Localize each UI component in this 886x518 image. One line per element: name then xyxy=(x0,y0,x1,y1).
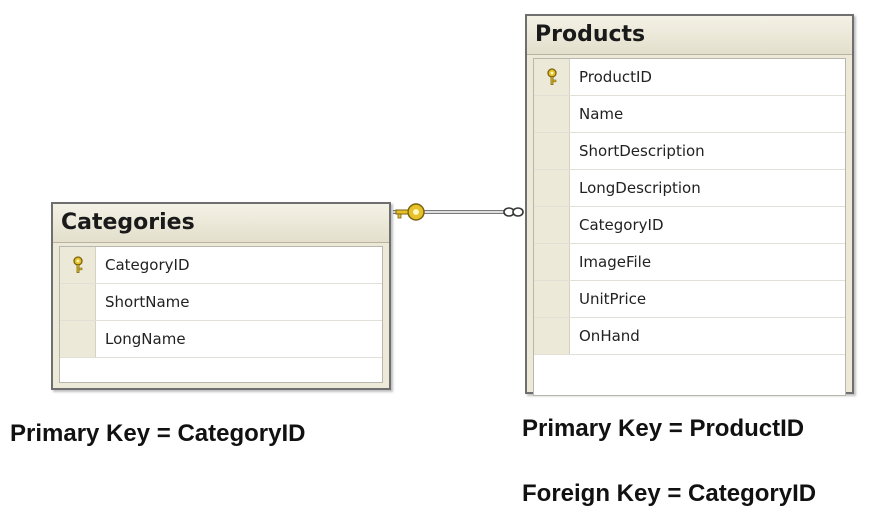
column-row[interactable]: UnitPrice xyxy=(534,281,845,318)
column-row[interactable]: Name xyxy=(534,96,845,133)
row-selector[interactable] xyxy=(534,133,570,169)
column-row[interactable]: CategoryID xyxy=(60,247,382,284)
primary-key-icon xyxy=(546,68,557,85)
row-selector[interactable] xyxy=(534,318,570,354)
categories-primary-key-caption: Primary Key = CategoryID xyxy=(10,420,306,447)
column-name: ProductID xyxy=(579,68,652,86)
column-name: ShortName xyxy=(105,293,190,311)
column-row[interactable]: LongName xyxy=(60,321,382,358)
column-name: CategoryID xyxy=(579,216,664,234)
column-row[interactable]: ImageFile xyxy=(534,244,845,281)
empty-row xyxy=(60,358,382,382)
row-selector[interactable] xyxy=(60,247,96,283)
column-row[interactable]: LongDescription xyxy=(534,170,845,207)
categories-table-title: Categories xyxy=(53,204,389,243)
column-name: CategoryID xyxy=(105,256,190,274)
row-selector[interactable] xyxy=(534,281,570,317)
empty-gutter xyxy=(60,358,96,382)
column-row[interactable]: CategoryID xyxy=(534,207,845,244)
column-name: LongName xyxy=(105,330,186,348)
key-icon xyxy=(395,203,425,221)
products-column-list: ProductID Name ShortDescription LongDesc… xyxy=(533,58,846,396)
column-name: OnHand xyxy=(579,327,640,345)
column-name: LongDescription xyxy=(579,179,701,197)
column-row[interactable]: OnHand xyxy=(534,318,845,355)
empty-row xyxy=(534,355,845,395)
column-name: ImageFile xyxy=(579,253,652,271)
products-table[interactable]: Products ProductID Name ShortDescription xyxy=(525,14,854,396)
column-row[interactable]: ShortDescription xyxy=(534,133,845,170)
row-selector[interactable] xyxy=(534,207,570,243)
products-table-title: Products xyxy=(527,16,852,55)
row-selector[interactable] xyxy=(534,59,570,95)
column-name: Name xyxy=(579,105,624,123)
row-selector[interactable] xyxy=(534,170,570,206)
row-selector[interactable] xyxy=(60,321,96,357)
products-primary-key-caption: Primary Key = ProductID xyxy=(522,415,805,442)
column-name: UnitPrice xyxy=(579,290,647,308)
infinity-icon xyxy=(503,207,524,217)
row-selector[interactable] xyxy=(534,96,570,132)
column-name: ShortDescription xyxy=(579,142,705,160)
column-row[interactable]: ShortName xyxy=(60,284,382,321)
empty-gutter xyxy=(534,355,570,395)
row-selector[interactable] xyxy=(534,244,570,280)
column-row[interactable]: ProductID xyxy=(534,59,845,96)
row-selector[interactable] xyxy=(60,284,96,320)
categories-column-list: CategoryID ShortName LongName xyxy=(59,246,383,383)
primary-key-icon xyxy=(72,256,83,273)
products-foreign-key-caption: Foreign Key = CategoryID xyxy=(522,480,817,507)
categories-table[interactable]: Categories CategoryID ShortName LongName xyxy=(51,202,391,390)
